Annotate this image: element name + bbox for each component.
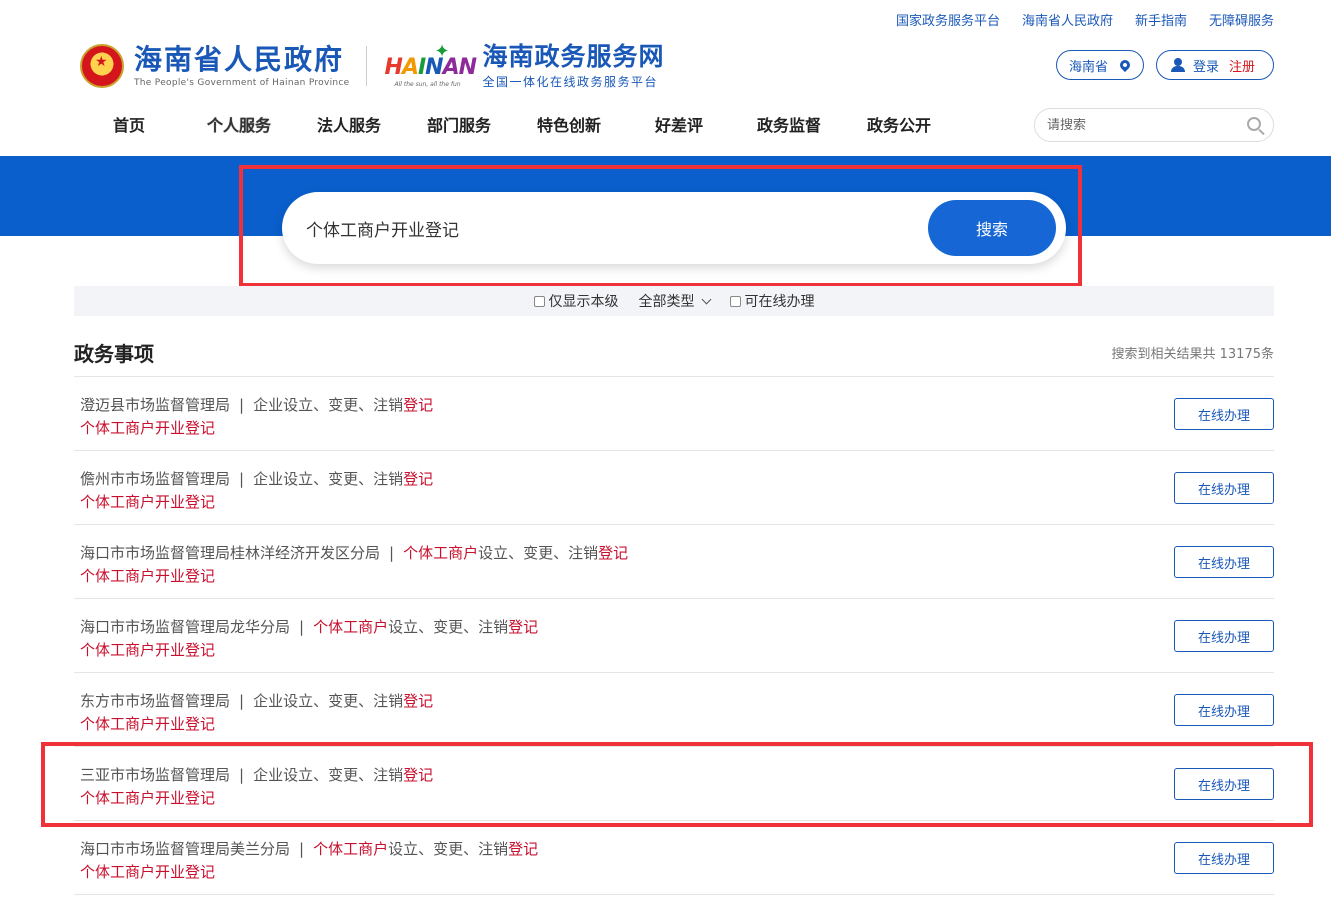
online-handle-button[interactable]: 在线办理: [1174, 398, 1274, 430]
nav-supervision[interactable]: 政务监督: [734, 112, 844, 136]
item-title[interactable]: 个体工商户开业登记: [80, 639, 215, 660]
only-this-level-checkbox[interactable]: 仅显示本级: [533, 291, 619, 311]
nav-home[interactable]: 首页: [74, 112, 184, 136]
online-handle-button[interactable]: 在线办理: [1174, 694, 1274, 726]
search-icon[interactable]: [1247, 117, 1261, 131]
nav-department-services[interactable]: 部门服务: [404, 112, 514, 136]
national-emblem-icon: [80, 44, 124, 88]
item-title[interactable]: 个体工商户开业登记: [80, 417, 215, 438]
link-beginner-guide[interactable]: 新手指南: [1135, 10, 1187, 29]
service-subtitle: 全国一体化在线政务服务平台: [482, 74, 659, 89]
list-item: 海口市市场监督管理局桂林洋经济开发区分局 | 个体工商户设立、变更、注销登记 个体工…: [74, 525, 1274, 599]
link-hainan-government[interactable]: 海南省人民政府: [1022, 10, 1113, 29]
register-link[interactable]: 注册: [1229, 56, 1255, 75]
item-department[interactable]: 儋州市市场监督管理局: [80, 470, 230, 488]
item-title[interactable]: 个体工商户开业登记: [80, 565, 215, 586]
online-handle-button[interactable]: 在线办理: [1174, 842, 1274, 874]
region-selector[interactable]: 海南省: [1056, 50, 1144, 80]
hainan-brand-logo: ✦ HAINAN All the sun, all the fun: [384, 41, 478, 88]
online-handle-button[interactable]: 在线办理: [1174, 546, 1274, 578]
nav-featured-innovation[interactable]: 特色创新: [514, 112, 624, 136]
item-department[interactable]: 澄迈县市场监督管理局: [80, 396, 230, 414]
link-national-platform[interactable]: 国家政务服务平台: [896, 10, 1000, 29]
item-title[interactable]: 个体工商户开业登记: [80, 713, 215, 734]
gov-name-en: The People's Government of Hainan Provin…: [134, 78, 350, 88]
item-department[interactable]: 海口市市场监督管理局美兰分局: [80, 840, 290, 858]
nav-search-input[interactable]: [1047, 117, 1237, 133]
section-title: 政务事项: [74, 342, 154, 366]
online-handle-button[interactable]: 在线办理: [1174, 472, 1274, 504]
login-link[interactable]: 登录: [1193, 56, 1219, 75]
service-logo[interactable]: 海南政务服务网 全国一体化在线政务服务平台: [482, 41, 665, 90]
item-title[interactable]: 个体工商户开业登记: [80, 861, 215, 882]
gov-logo[interactable]: 海南省人民政府 The People's Government of Haina…: [134, 43, 350, 89]
result-count: 搜索到相关结果共 13175条: [1111, 347, 1275, 362]
nav-personal-services[interactable]: 个人服务: [184, 112, 294, 136]
list-item: 海口市市场监督管理局龙华分局 | 个体工商户设立、变更、注销登记 个体工商户开业登记…: [74, 599, 1274, 673]
item-department[interactable]: 海口市市场监督管理局龙华分局: [80, 618, 290, 636]
login-register: 登录 注册: [1156, 50, 1274, 80]
nav-search: [1034, 108, 1274, 142]
item-department[interactable]: 东方市市场监督管理局: [80, 692, 230, 710]
chevron-down-icon: [701, 294, 711, 304]
item-title[interactable]: 个体工商户开业登记: [80, 491, 215, 512]
site-header: 海南省人民政府 The People's Government of Haina…: [80, 38, 665, 94]
nav-evaluation[interactable]: 好差评: [624, 112, 734, 136]
checkbox-icon: [533, 295, 545, 307]
main-nav: 首页 个人服务 法人服务 部门服务 特色创新 好差评 政务监督 政务公开: [74, 112, 954, 136]
type-dropdown[interactable]: 全部类型: [639, 291, 711, 311]
item-department[interactable]: 海口市市场监督管理局桂林洋经济开发区分局: [80, 544, 380, 562]
gov-name-cn: 海南省人民政府: [134, 43, 345, 76]
checkbox-icon: [729, 295, 741, 307]
online-only-checkbox[interactable]: 可在线办理: [729, 291, 815, 311]
list-item: 儋州市市场监督管理局 | 企业设立、变更、注销登记 个体工商户开业登记 在线办理: [74, 451, 1274, 525]
list-item: 东方市市场监督管理局 | 企业设立、变更、注销登记 个体工商户开业登记 在线办理: [74, 673, 1274, 747]
online-handle-button[interactable]: 在线办理: [1174, 620, 1274, 652]
list-item: 海口市市场监督管理局美兰分局 | 个体工商户设立、变更、注销登记 个体工商户开业登记…: [74, 821, 1274, 895]
top-links: 国家政务服务平台 海南省人民政府 新手指南 无障碍服务: [896, 10, 1274, 29]
service-name-cn: 海南政务服务网: [482, 41, 665, 71]
nav-legal-services[interactable]: 法人服务: [294, 112, 404, 136]
list-item: 澄迈县市场监督管理局 | 企业设立、变更、注销登记 个体工商户开业登记 在线办理: [74, 377, 1274, 451]
user-icon: [1171, 58, 1185, 72]
header-divider: [365, 46, 367, 86]
nav-public-affairs[interactable]: 政务公开: [844, 112, 954, 136]
annotation-box-sanya: [41, 742, 1313, 827]
region-label: 海南省: [1069, 59, 1109, 75]
link-accessibility[interactable]: 无障碍服务: [1209, 10, 1274, 29]
filter-bar: 仅显示本级 全部类型 可在线办理: [74, 286, 1274, 316]
annotation-box-search: [239, 165, 1082, 287]
location-pin-icon: [1117, 57, 1133, 73]
